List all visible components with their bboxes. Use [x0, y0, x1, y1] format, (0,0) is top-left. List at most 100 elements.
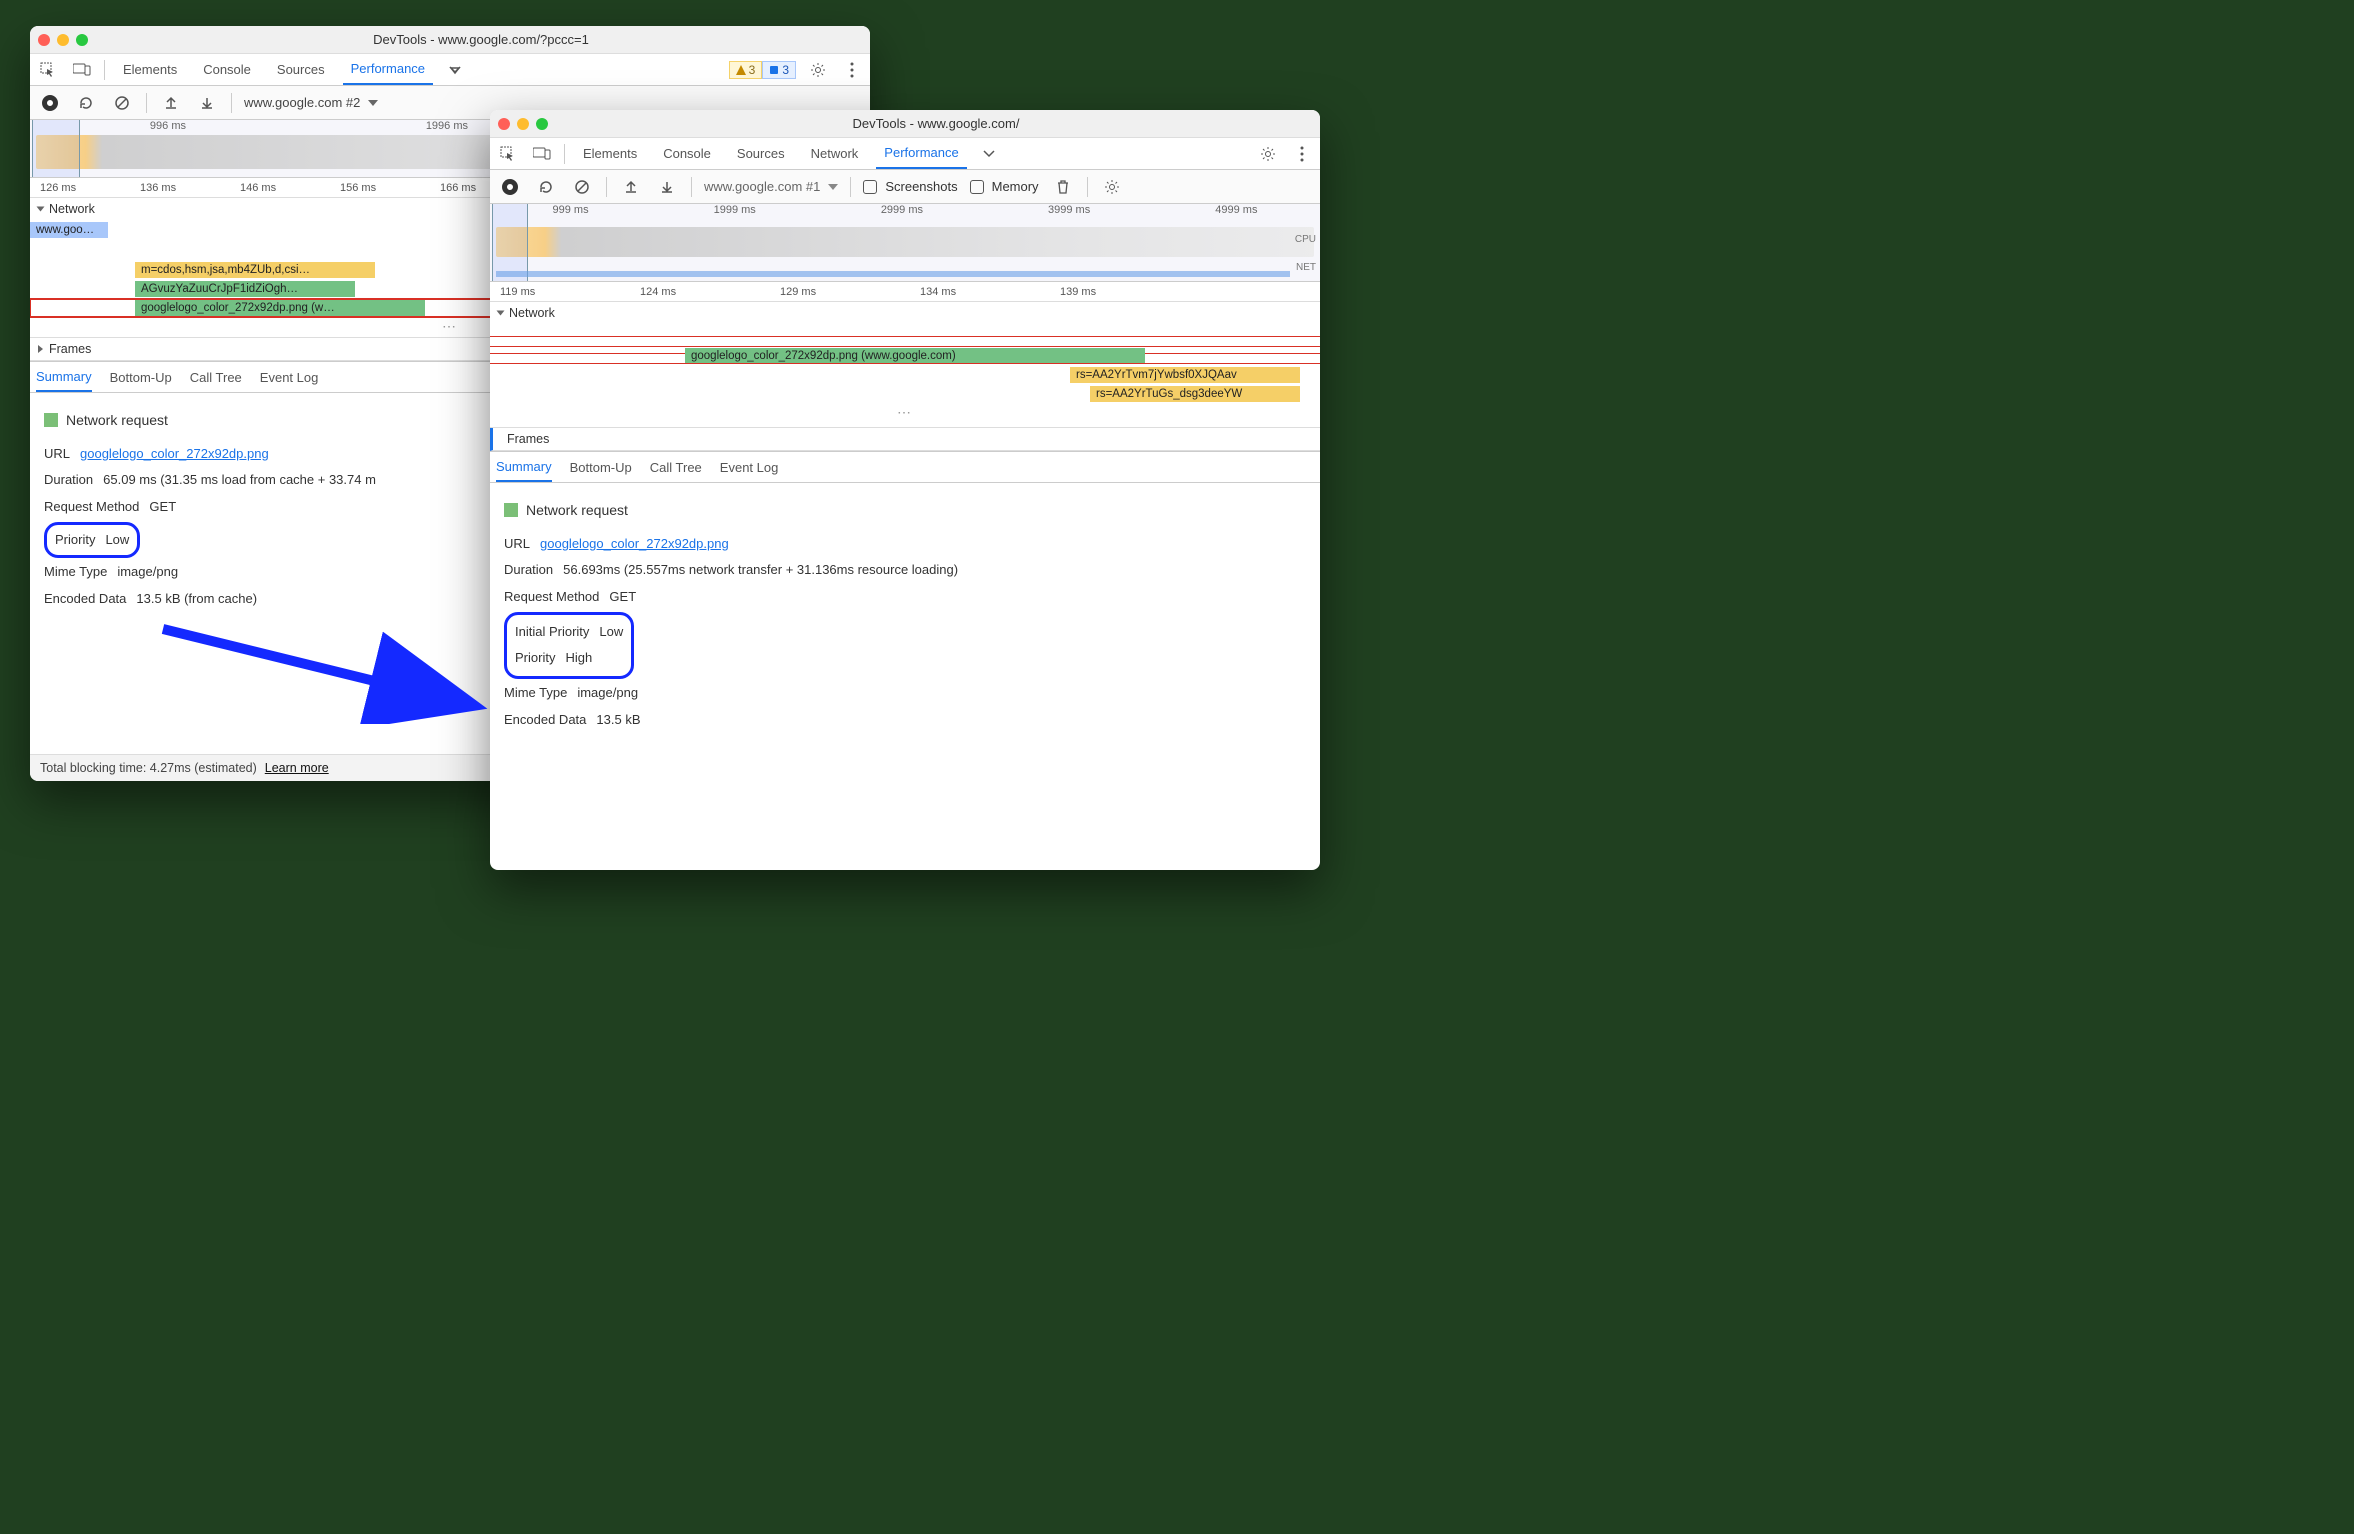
memory-toggle[interactable]: Memory — [970, 179, 1039, 194]
issues-badges[interactable]: 3 3 — [729, 61, 796, 79]
tab-sources[interactable]: Sources — [269, 54, 333, 85]
settings-icon[interactable] — [1100, 175, 1124, 199]
duration-value: 65.09 ms (31.35 ms load from cache + 33.… — [103, 468, 376, 493]
blocking-time: Total blocking time: 4.27ms (estimated) — [40, 761, 257, 775]
reload-button[interactable] — [74, 91, 98, 115]
tab-elements[interactable]: Elements — [115, 54, 185, 85]
url-label: URL — [44, 442, 70, 467]
close-icon[interactable] — [38, 34, 50, 46]
download-icon[interactable] — [655, 175, 679, 199]
initial-priority-label: Initial Priority — [515, 620, 589, 645]
detail-tabs: Summary Bottom-Up Call Tree Event Log — [490, 451, 1320, 483]
warnings-badge[interactable]: 3 — [729, 61, 763, 79]
screenshots-toggle[interactable]: Screenshots — [863, 179, 957, 194]
panel-tabs: Elements Console Sources Performance 3 3 — [30, 54, 870, 86]
kebab-menu-icon[interactable] — [840, 58, 864, 82]
settings-icon[interactable] — [806, 58, 830, 82]
triangle-right-icon — [38, 345, 43, 353]
request-bar[interactable]: www.goo… — [30, 222, 108, 238]
mime-label: Mime Type — [504, 681, 567, 706]
upload-icon[interactable] — [159, 91, 183, 115]
page-select[interactable]: www.google.com #1 — [704, 179, 838, 194]
encoded-value: 13.5 kB (from cache) — [136, 587, 257, 612]
info-badge[interactable]: 3 — [762, 61, 796, 79]
url-link[interactable]: googlelogo_color_272x92dp.png — [80, 442, 269, 467]
cpu-label: CPU — [1295, 234, 1316, 245]
tab-network[interactable]: Network — [803, 138, 867, 169]
titlebar[interactable]: DevTools - www.google.com/?pccc=1 — [30, 26, 870, 54]
more-tabs-icon[interactable] — [443, 58, 467, 82]
tab-calltree[interactable]: Call Tree — [190, 362, 242, 392]
settings-icon[interactable] — [1256, 142, 1280, 166]
category-swatch-icon — [44, 413, 58, 427]
tab-elements[interactable]: Elements — [575, 138, 645, 169]
minimize-icon[interactable] — [57, 34, 69, 46]
frames-header[interactable]: Frames — [490, 428, 1320, 451]
window-title: DevTools - www.google.com/ — [560, 116, 1312, 131]
network-header[interactable]: Network — [490, 302, 1320, 324]
separator — [104, 60, 105, 80]
tab-bottomup[interactable]: Bottom-Up — [110, 362, 172, 392]
request-bar-selected[interactable]: googlelogo_color_272x92dp.png (w… — [135, 300, 425, 316]
tab-summary[interactable]: Summary — [36, 362, 92, 392]
tab-performance[interactable]: Performance — [343, 54, 433, 85]
tab-calltree[interactable]: Call Tree — [650, 452, 702, 482]
zoom-icon[interactable] — [76, 34, 88, 46]
upload-icon[interactable] — [619, 175, 643, 199]
inspect-icon[interactable] — [36, 58, 60, 82]
titlebar[interactable]: DevTools - www.google.com/ — [490, 110, 1320, 138]
zoom-icon[interactable] — [536, 118, 548, 130]
mime-value: image/png — [577, 681, 638, 706]
selection-range[interactable] — [492, 204, 528, 281]
traffic-lights — [498, 118, 548, 130]
request-bar[interactable]: m=cdos,hsm,jsa,mb4ZUb,d,csi… — [135, 262, 375, 278]
close-icon[interactable] — [498, 118, 510, 130]
chevron-down-icon — [828, 184, 838, 190]
checkbox-icon — [863, 180, 877, 194]
ruler[interactable]: 119 ms 124 ms 129 ms 134 ms 139 ms — [490, 282, 1320, 302]
tab-eventlog[interactable]: Event Log — [720, 452, 779, 482]
method-value: GET — [149, 495, 176, 520]
request-bar[interactable]: rs=AA2YrTuGs_dsg3deeYW — [1090, 386, 1300, 402]
more-tabs-icon[interactable] — [977, 142, 1001, 166]
tab-summary[interactable]: Summary — [496, 452, 552, 482]
tab-sources[interactable]: Sources — [729, 138, 793, 169]
duration-label: Duration — [44, 468, 93, 493]
method-value: GET — [609, 585, 636, 610]
request-bar[interactable]: rs=AA2YrTvm7jYwbsf0XJQAav — [1070, 367, 1300, 383]
panel-tabs: Elements Console Sources Network Perform… — [490, 138, 1320, 170]
url-link[interactable]: googlelogo_color_272x92dp.png — [540, 532, 729, 557]
clear-button[interactable] — [570, 175, 594, 199]
device-toggle-icon[interactable] — [530, 142, 554, 166]
more-icon[interactable]: ⋯ — [490, 404, 1320, 423]
window-title: DevTools - www.google.com/?pccc=1 — [100, 32, 862, 47]
priority-label: Priority — [515, 646, 555, 671]
record-button[interactable] — [38, 91, 62, 115]
tab-performance[interactable]: Performance — [876, 138, 966, 169]
request-bar[interactable]: AGvuzYaZuuCrJpF1idZiOgh… — [135, 281, 355, 297]
selection-range[interactable] — [32, 120, 80, 177]
minimize-icon[interactable] — [517, 118, 529, 130]
network-track: Network googlelogo_color_272x92dp.png (w… — [490, 302, 1320, 428]
record-button[interactable] — [498, 175, 522, 199]
tab-console[interactable]: Console — [655, 138, 719, 169]
kebab-menu-icon[interactable] — [1290, 142, 1314, 166]
overview-timeline[interactable]: 999 ms1999 ms2999 ms3999 ms4999 ms CPU N… — [490, 204, 1320, 282]
triangle-down-icon — [37, 207, 45, 212]
url-label: URL — [504, 532, 530, 557]
tab-eventlog[interactable]: Event Log — [260, 362, 319, 392]
reload-button[interactable] — [534, 175, 558, 199]
inspect-icon[interactable] — [496, 142, 520, 166]
priority-callout: Priority Low — [44, 522, 140, 559]
trash-icon[interactable] — [1051, 175, 1075, 199]
tab-console[interactable]: Console — [195, 54, 259, 85]
perf-toolbar: www.google.com #1 Screenshots Memory — [490, 170, 1320, 204]
device-toggle-icon[interactable] — [70, 58, 94, 82]
clear-button[interactable] — [110, 91, 134, 115]
download-icon[interactable] — [195, 91, 219, 115]
tab-bottomup[interactable]: Bottom-Up — [570, 452, 632, 482]
chevron-down-icon — [368, 100, 378, 106]
priority-value: High — [565, 646, 592, 671]
learn-more-link[interactable]: Learn more — [265, 761, 329, 775]
page-select[interactable]: www.google.com #2 — [244, 95, 378, 110]
